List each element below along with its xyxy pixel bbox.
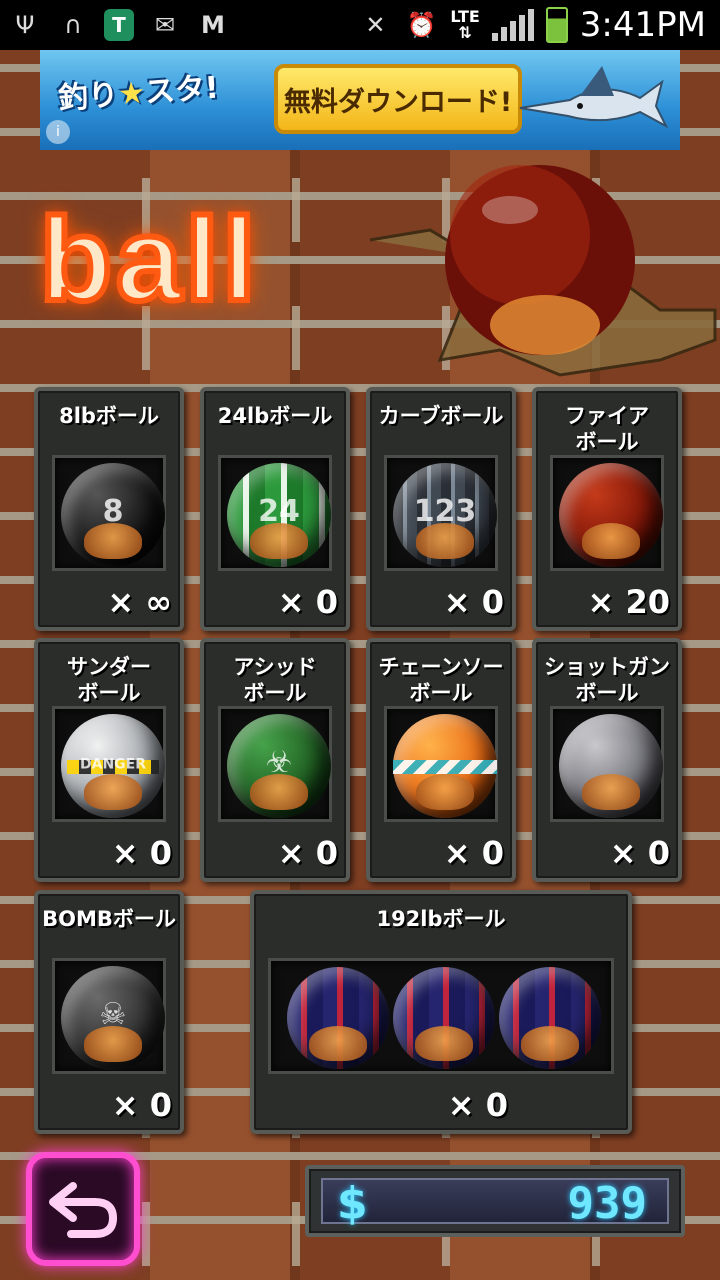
ball-card[interactable]: チェーンソー ボール × 0 (366, 638, 516, 882)
ball-name: 192lbボール (376, 907, 506, 931)
ball-192lb-image (287, 967, 389, 1069)
ball-name: カーブボール (378, 404, 504, 428)
ad-banner[interactable]: 釣り★スタ! 無料ダウンロード! i (40, 50, 680, 150)
ball-preview: 8 (52, 455, 166, 571)
page-title: ball (37, 194, 260, 326)
signal-icon (491, 9, 534, 41)
ball-count: × 20 (587, 583, 670, 621)
ball-preview (384, 706, 498, 822)
ball-name: 8lbボール (59, 404, 159, 428)
ball-count: × 0 (111, 1086, 172, 1124)
ball-name: BOMBボール (42, 907, 176, 931)
ball-24-image: 24 (227, 463, 331, 567)
ad-download-button[interactable]: 無料ダウンロード! (274, 64, 522, 134)
ball-preview: 123 (384, 455, 498, 571)
ball-count: × 0 (111, 834, 172, 872)
ad-info-icon[interactable]: i (46, 120, 70, 144)
ball-count: × 0 (443, 834, 504, 872)
ball-preview: ☣ (218, 706, 332, 822)
ball-shot-image (559, 714, 663, 818)
ball-card[interactable]: ショットガン ボール × 0 (532, 638, 682, 882)
ball-glyph: DANGER (79, 756, 146, 773)
ball-name: ショットガン ボール (544, 655, 670, 705)
back-button[interactable] (26, 1152, 140, 1266)
ball-preview: ☠ (52, 958, 166, 1074)
headset-icon: ∩ (64, 11, 82, 39)
gmail-icon: M (201, 11, 225, 39)
ball-curve-image: 123 (393, 463, 497, 567)
ball-card[interactable]: 8lbボール 8 × ∞ (34, 387, 184, 631)
ball-count: × 0 (277, 583, 338, 621)
money-amount: 939 (567, 1178, 647, 1229)
marlin-icon (519, 66, 669, 129)
ball-name: サンダー ボール (67, 655, 151, 705)
ball-count: × ∞ (107, 583, 172, 621)
status-time: 3:41PM (579, 5, 706, 45)
shield-app-icon: T (104, 9, 134, 41)
ball-preview (550, 455, 664, 571)
ball-count: × 0 (443, 583, 504, 621)
ball-name: アシッド ボール (233, 655, 317, 705)
mute-icon: ✕ (365, 11, 386, 39)
ball-glyph: 123 (413, 494, 477, 529)
ball-name: チェーンソー ボール (378, 655, 504, 705)
ball-preview: DANGER (52, 706, 166, 822)
ball-acid-image: ☣ (227, 714, 331, 818)
ball-192lb-image (499, 967, 601, 1069)
ball-preview: 24 (218, 455, 332, 571)
ball-8-image: 8 (61, 463, 165, 567)
ad-logo: 釣り★スタ! (57, 70, 220, 117)
ball-preview (268, 958, 614, 1074)
ball-card[interactable]: カーブボール 123 × 0 (366, 387, 516, 631)
ball-preview (550, 706, 664, 822)
ball-card[interactable]: BOMBボール ☠ × 0 (34, 890, 184, 1134)
message-icon: ✉ (154, 11, 176, 39)
ball-count: × 0 (609, 834, 670, 872)
ball-glyph: 8 (102, 494, 124, 529)
ball-thunder-image: DANGER (61, 714, 165, 818)
ball-name: 24lbボール (217, 404, 333, 428)
money-panel: $ 939 (305, 1165, 685, 1237)
ball-glyph: ☣ (265, 745, 293, 780)
network-type: LTE ⇅ (450, 7, 480, 42)
ball-192lb-image (393, 967, 495, 1069)
battery-icon (545, 7, 568, 43)
ball-card[interactable]: 24lbボール 24 × 0 (200, 387, 350, 631)
ball-bomb-image: ☠ (61, 966, 165, 1070)
featured-ball-claw (369, 165, 717, 377)
ball-count: × 0 (277, 834, 338, 872)
ball-name: ファイア ボール (565, 404, 649, 454)
ball-card-192lb[interactable]: 192lbボール × 0 (250, 890, 632, 1134)
ball-card[interactable]: サンダー ボール DANGER × 0 (34, 638, 184, 882)
alarm-icon: ⏰ (406, 11, 437, 39)
ball-glyph: ☠ (99, 997, 127, 1032)
ball-chain-image (393, 714, 497, 818)
status-bar: Ψ ∩ T ✉ M ✕ ⏰ LTE ⇅ 3:41PM (0, 0, 720, 50)
ball-glyph: 24 (258, 494, 300, 529)
back-arrow-icon (49, 1182, 118, 1238)
ball-fire-image (559, 463, 663, 567)
ball-card[interactable]: ファイア ボール × 20 (532, 387, 682, 631)
usb-icon: Ψ (15, 11, 35, 39)
ball-count: × 0 (447, 1086, 508, 1124)
currency-symbol: $ (337, 1178, 368, 1229)
ball-card[interactable]: アシッド ボール ☣ × 0 (200, 638, 350, 882)
